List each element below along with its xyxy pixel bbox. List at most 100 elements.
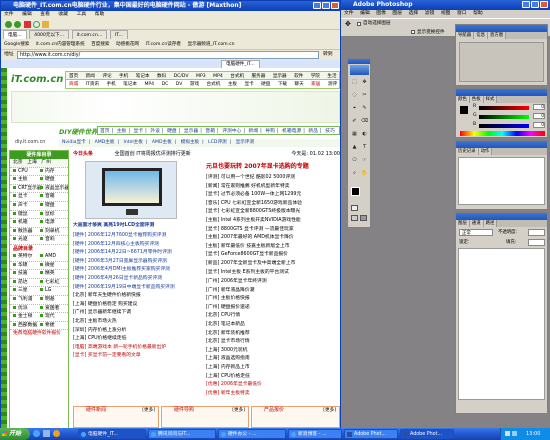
start-button[interactable]: 开始 (0, 428, 30, 440)
sidebar-brand-link[interactable]: 微星 (45, 262, 67, 270)
site-nav-item[interactable]: 软件 (294, 74, 303, 79)
news-item-highlight[interactable]: [优惠] 2006年显卡最低价 (206, 381, 340, 390)
screen-mode-full-icon[interactable] (360, 215, 367, 221)
color-value-b[interactable]: 0 (533, 122, 545, 128)
sidebar-brand-link[interactable]: 金士顿 (18, 313, 40, 321)
ie-icon[interactable] (33, 430, 40, 437)
sidebar-category-link[interactable]: 音箱 (45, 193, 67, 201)
radio-shanghai[interactable]: 上海 (27, 160, 37, 165)
section-nav-item[interactable]: 显卡 (134, 129, 144, 134)
site-nav-item[interactable]: 新闻 (86, 74, 95, 79)
menu-tools[interactable]: 工具 (77, 12, 87, 17)
site-nav-item[interactable]: 商城 (69, 82, 78, 87)
feature-list-item[interactable]: [显卡] GeForce8600GT显卡新品报价 (206, 251, 340, 260)
radio-beijing[interactable]: 北京 (13, 160, 23, 165)
tab-styles[interactable]: 样式 (483, 96, 498, 103)
sidebar-category-link[interactable]: 显卡 (18, 193, 40, 201)
site-nav-item[interactable]: DC/DV (174, 74, 189, 79)
sharpen-tool-icon[interactable]: ▲ (350, 143, 359, 151)
news-item[interactable]: [北京] 新年天生硬件价格新快报 (73, 292, 203, 301)
desktop-icon[interactable] (43, 430, 50, 437)
quick-mask-icon[interactable] (351, 205, 358, 211)
ps-menu-item[interactable]: 帮助 (473, 11, 483, 16)
sidebar-brand-link[interactable]: 昂达 (18, 279, 40, 287)
sidebar-category-link[interactable]: CPU (18, 168, 40, 176)
feature-list-item[interactable]: [显卡] 8800GTS 显卡评测 一流最佳玩家 (206, 226, 340, 235)
sidebar-category-link[interactable]: 液晶显示器 (45, 185, 68, 193)
news-item[interactable]: [广州] 显示器新年继续下调 (73, 309, 203, 318)
site-nav-item[interactable]: MP3 (196, 74, 206, 79)
tab-navigator[interactable]: 导航器 (456, 32, 475, 39)
news-item-highlight[interactable]: [优惠] 新年主板特卖 (206, 390, 340, 399)
site-nav-item[interactable]: 服务器 (252, 74, 266, 79)
sidebar-category-link[interactable]: 鼠标 (45, 211, 67, 219)
refresh-icon[interactable] (33, 21, 40, 28)
page-tab[interactable]: 电脑硬件_IT... (221, 60, 260, 68)
sidebar-brand-link[interactable]: 七彩虹 (45, 279, 67, 287)
browser-title-bar[interactable]: 电脑硬件_IT.com.cn电脑硬件行业，集中国最好的电脑硬件网站 - 傲游 [… (1, 1, 340, 11)
link-item[interactable]: 显示器频道_IT.com.cn (188, 42, 235, 47)
slice-tool-icon[interactable]: ⌖ (350, 104, 359, 112)
taskbar-button[interactable]: 电脑硬件_IT... (78, 429, 146, 439)
back-icon[interactable] (5, 21, 12, 28)
sub-nav-item[interactable]: Intel主板 (124, 140, 143, 145)
link-item[interactable]: 动感桃花网 (116, 42, 139, 47)
tab-color[interactable]: 颜色 (456, 96, 470, 103)
sidebar-brand-link[interactable]: 三星 (18, 287, 40, 295)
site-nav-item[interactable]: 聊天 (295, 82, 304, 87)
sidebar-brand-link[interactable]: 爱国者 (45, 305, 67, 313)
section-nav-item[interactable]: 机箱电源 (282, 129, 301, 134)
pencil-tool-icon[interactable]: ✐ (350, 117, 359, 125)
news-item[interactable]: [北京] CPU行情 (206, 312, 340, 321)
taskbar-button[interactable]: Adobe Phot... (344, 429, 398, 439)
feature-title[interactable]: 元旦也要玩转 2007年显卡选购的专题 (206, 162, 340, 172)
sidebar-brand-link[interactable]: LG (45, 287, 67, 295)
sidebar-category-link[interactable]: 硬盘 (45, 176, 67, 184)
maximize-button[interactable] (322, 2, 330, 9)
sidebar-brand-link[interactable]: 优派 (18, 305, 40, 313)
section-nav-item[interactable]: 显示器 (184, 129, 198, 134)
site-nav-item[interactable]: 台式机 (230, 74, 244, 79)
toolbox-title-bar[interactable] (348, 59, 370, 64)
clock[interactable]: 13:00 (526, 428, 540, 440)
browser-tab[interactable]: 电脑... (3, 30, 27, 39)
site-nav-item[interactable]: 学院 (311, 74, 320, 79)
sidebar-brand-link[interactable]: 西部数据 (18, 322, 40, 330)
news-item[interactable]: [上海] 液晶选购指南 (206, 355, 340, 364)
panel-title-bar[interactable] (456, 89, 547, 96)
site-nav-item[interactable]: DC (162, 82, 169, 87)
sidebar-footer-link[interactable]: 免费电脑硬件软件报价 (10, 330, 68, 339)
hand-tool-icon[interactable]: ✋ (360, 169, 369, 177)
color-value-g[interactable]: 0 (533, 113, 545, 119)
tab-paths[interactable]: 路径 (483, 220, 498, 227)
site-nav-item[interactable]: 生活 (327, 74, 336, 79)
radio-guangzhou[interactable]: 广州 (41, 160, 51, 165)
dodge-tool-icon[interactable]: ◐ (360, 130, 369, 138)
news-item[interactable]: [硬件] 2006年4月DMI主板推荐买家购买评测 (73, 266, 203, 275)
feature-image[interactable] (85, 161, 177, 219)
news-item[interactable]: [北京] 新年装机推荐 (206, 330, 340, 339)
news-item[interactable]: [深圳] 内存价格上涨分析 (73, 327, 203, 336)
site-nav-item[interactable]: 台式机 (207, 82, 221, 87)
news-item[interactable]: [上海] 3000元装机 (206, 347, 340, 356)
media-icon[interactable] (53, 430, 60, 437)
news-item[interactable]: [上海] 内存新品上市 (206, 364, 340, 373)
link-item[interactable]: it.com.cn内容管理系统 (36, 42, 85, 47)
news-item[interactable]: [硬件] 2006年4月26日显卡新品购买评测 (73, 275, 203, 284)
sub-nav-item[interactable]: AMD主板 (95, 140, 115, 145)
news-item[interactable]: [上海] CPU价格走低 (206, 373, 340, 382)
ps-menu-item[interactable]: 图层 (392, 11, 402, 16)
section-nav-item[interactable]: 首页 (100, 129, 110, 134)
sidebar-category-link[interactable]: 音响 (45, 236, 67, 244)
color-value-r[interactable]: 0 (533, 104, 545, 110)
link-item[interactable]: IT.com.cn读存者 (145, 42, 181, 47)
news-item[interactable]: [广州] 新年液晶降价潮 (206, 287, 340, 296)
ps-logo-icon[interactable] (350, 65, 369, 75)
section-nav-item[interactable]: 新品 (308, 129, 318, 134)
menu-file[interactable]: 文件 (4, 12, 14, 17)
section-nav-item[interactable]: 技巧 (325, 129, 335, 134)
tab-layers[interactable]: 图层 (456, 220, 470, 227)
header-banner[interactable] (11, 91, 340, 123)
site-nav-item[interactable]: 笔记本 (123, 82, 137, 87)
sidebar-brand-link[interactable]: 华硕 (18, 262, 40, 270)
